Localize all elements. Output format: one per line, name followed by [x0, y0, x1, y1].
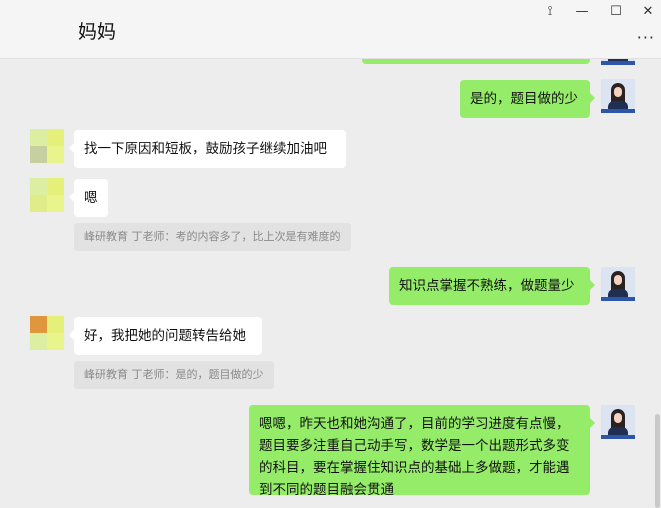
- chat-scrollbar[interactable]: [655, 414, 660, 508]
- quoted-message[interactable]: 峰研教育 丁老师：考的内容多了，比上次是有难度的: [74, 223, 351, 251]
- quoted-message[interactable]: 峰研教育 丁老师：是的，题目做的少: [74, 361, 274, 389]
- title-bar: 妈妈 ⟟ — ☐ ✕ ···: [0, 0, 661, 59]
- message-bubble-incoming[interactable]: 好，我把她的问题转告给她: [69, 317, 262, 355]
- contact-avatar[interactable]: [30, 129, 64, 163]
- message-bubble-outgoing[interactable]: 是的，题目做的少: [460, 80, 595, 118]
- self-avatar[interactable]: [601, 267, 635, 301]
- self-avatar[interactable]: [601, 79, 635, 113]
- maximize-icon[interactable]: ☐: [606, 3, 626, 21]
- minimize-icon[interactable]: —: [572, 3, 592, 21]
- contact-avatar[interactable]: [30, 178, 64, 212]
- message-bubble-incoming[interactable]: 找一下原因和短板，鼓励孩子继续加油吧: [69, 130, 346, 168]
- message-bubble-outgoing[interactable]: 嗯嗯，昨天也和她沟通了，目前的学习进度有点慢，题目要多注重自己动手写，数学是一个…: [249, 405, 595, 498]
- contact-avatar[interactable]: [30, 316, 64, 350]
- message-bubble-incoming[interactable]: 嗯: [69, 179, 108, 217]
- self-avatar[interactable]: [601, 405, 635, 439]
- pin-icon[interactable]: ⟟: [540, 3, 560, 21]
- more-options-icon[interactable]: ···: [637, 28, 655, 47]
- chat-area: 是的，题目做的少 找一下原因和短板，鼓励孩子继续加油吧 嗯 峰研教育 丁老师：考…: [0, 59, 661, 508]
- self-avatar[interactable]: [601, 59, 635, 65]
- message-bubble-outgoing[interactable]: 知识点掌握不熟练，做题量少: [389, 267, 595, 305]
- close-icon[interactable]: ✕: [638, 3, 658, 21]
- chat-title: 妈妈: [78, 21, 117, 43]
- previous-message-bubble: [362, 59, 590, 64]
